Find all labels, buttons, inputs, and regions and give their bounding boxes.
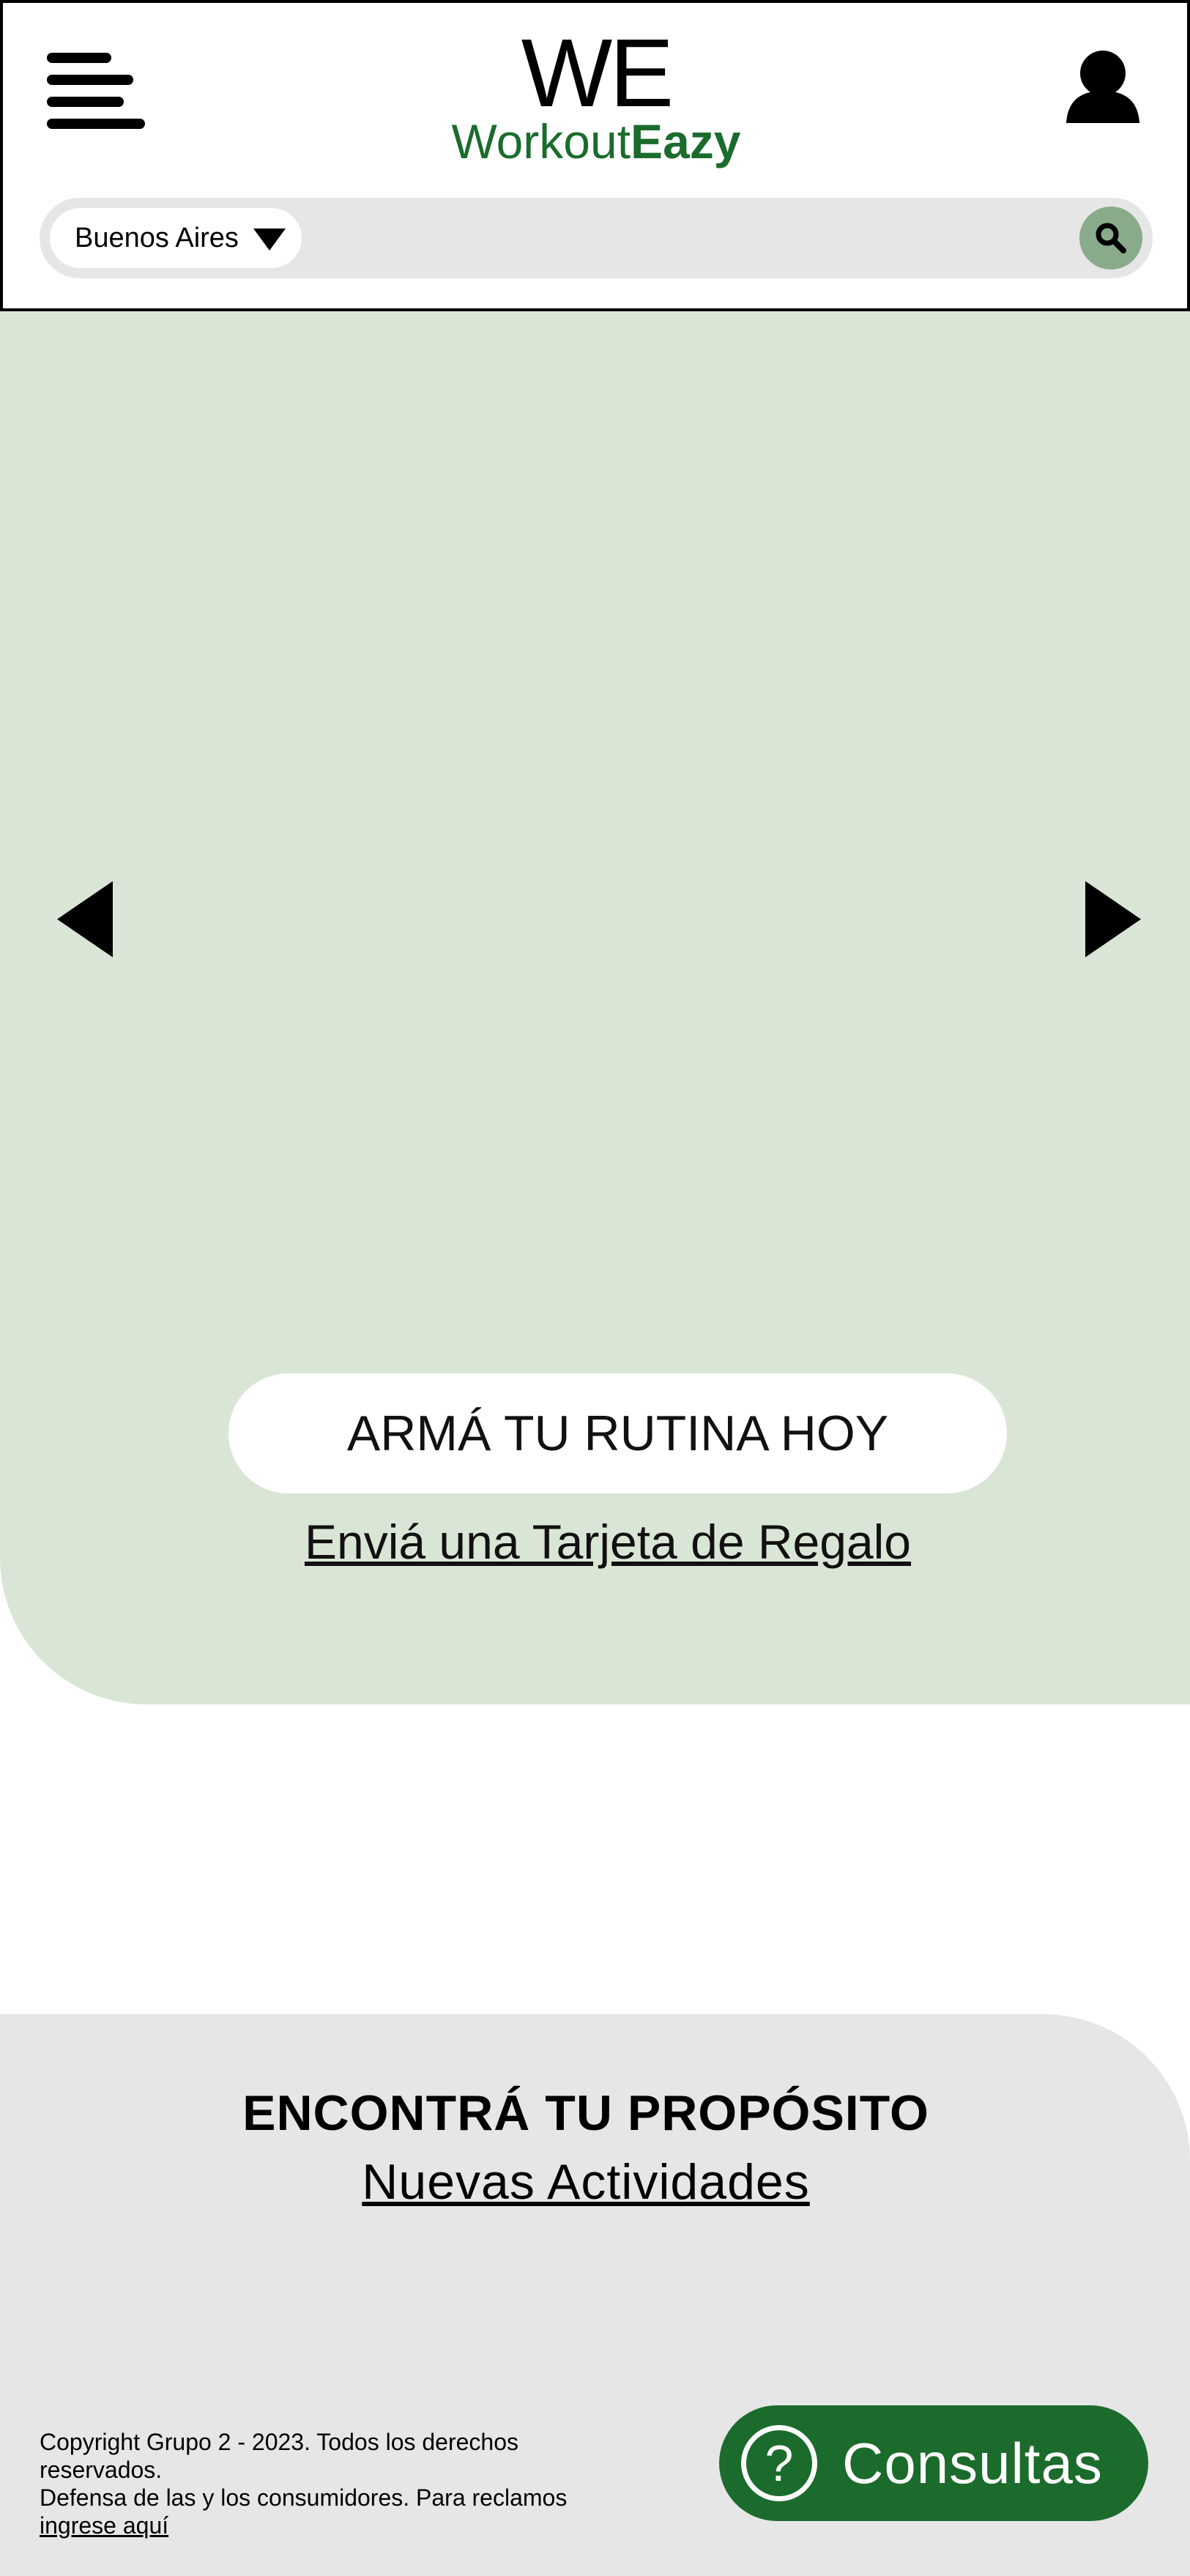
claims-link[interactable]: ingrese aquí (40, 2512, 168, 2539)
menu-line (47, 75, 133, 85)
question-icon: ? (741, 2425, 817, 2501)
hamburger-menu-icon[interactable] (47, 51, 148, 132)
purpose-section: ENCONTRÁ TU PROPÓSITO Nuevas Actividades… (0, 2014, 1190, 2576)
user-icon[interactable] (1065, 50, 1141, 123)
gift-card-link[interactable]: Enviá una Tarjeta de Regalo (0, 1514, 1190, 1570)
logo-wordmark: WorkoutEazy (413, 116, 779, 167)
search-bar: Buenos Aires (40, 198, 1153, 278)
build-routine-button[interactable]: ARMÁ TU RUTINA HOY (228, 1373, 1007, 1493)
logo-mark: WE (521, 19, 674, 127)
arrow-right-icon[interactable] (1085, 881, 1141, 957)
consumer-defense-text: Defensa de las y los consumidores. Para … (40, 2484, 568, 2511)
magnifier-icon (1096, 223, 1126, 253)
caret-down-icon (253, 229, 286, 250)
menu-line (47, 97, 124, 107)
new-activities-link[interactable]: Nuevas Actividades (0, 2153, 1172, 2211)
consultas-label: Consultas (842, 2430, 1103, 2495)
site-header: WE WorkoutEazy Buenos Aires (0, 0, 1190, 311)
menu-line (47, 119, 145, 129)
menu-line (47, 53, 111, 63)
consultas-button[interactable]: ? Consultas (719, 2405, 1148, 2521)
logo-word-bold: Eazy (631, 114, 741, 168)
city-select-value: Buenos Aires (75, 222, 239, 253)
hero-carousel: ARMÁ TU RUTINA HOY Enviá una Tarjeta de … (0, 311, 1190, 1704)
search-button[interactable] (1079, 207, 1142, 270)
arrow-left-icon[interactable] (57, 881, 113, 957)
logo-word-light: Workout (451, 114, 631, 168)
purpose-title: ENCONTRÁ TU PROPÓSITO (242, 2085, 929, 2141)
city-select[interactable]: Buenos Aires (50, 208, 302, 268)
copyright-text: Copyright Grupo 2 - 2023. Todos los dere… (40, 2429, 519, 2483)
brand-logo[interactable]: WE WorkoutEazy (413, 19, 779, 168)
footer-legal: Copyright Grupo 2 - 2023. Todos los dere… (40, 2428, 625, 2539)
